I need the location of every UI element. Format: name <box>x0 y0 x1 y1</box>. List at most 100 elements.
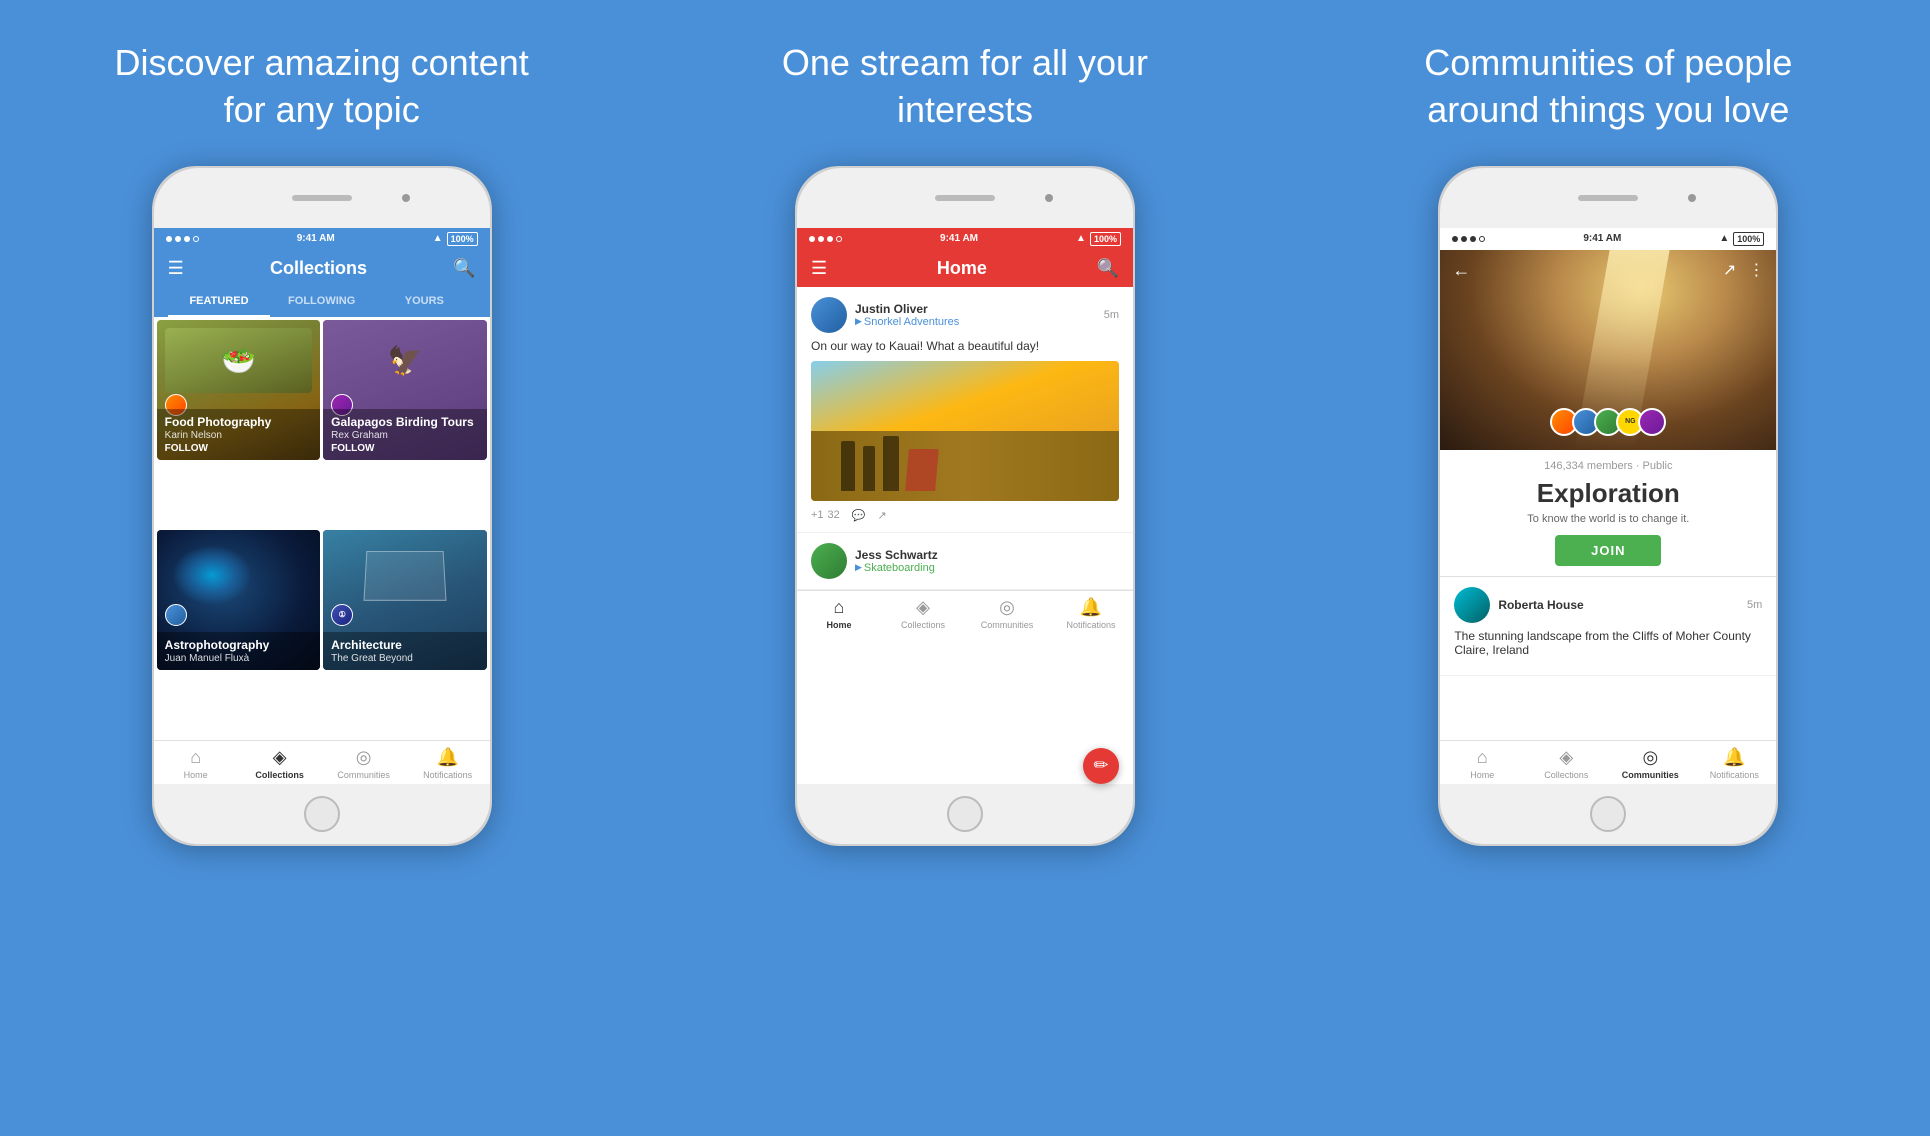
post-card-1: Justin Oliver ▶ Snorkel Adventures 5m On… <box>797 287 1133 533</box>
speaker-3 <box>1578 195 1638 201</box>
menu-icon-1[interactable]: ☰ <box>168 258 184 279</box>
nav-communities-label-2: Communities <box>981 620 1034 630</box>
more-icon[interactable]: ⋮ <box>1748 260 1764 281</box>
header-title-2: Home <box>937 258 987 279</box>
card-title-astro: Astrophotography <box>165 638 313 652</box>
panel-discover: Discover amazing content for any topic 9… <box>0 0 643 1136</box>
search-icon-2[interactable]: 🔍 <box>1097 258 1119 279</box>
tab-following[interactable]: FOLLOWING <box>270 287 373 317</box>
screen-3: 9:41 AM ▲ 100% ← ↗ ⋮ <box>1440 228 1776 784</box>
home-icon-3: ⌂ <box>1477 747 1488 768</box>
next-post-community[interactable]: ▶ Skateboarding <box>855 562 938 574</box>
dot3-4 <box>1479 236 1485 242</box>
share-icon-3[interactable]: ↗ <box>1723 260 1736 281</box>
status-right-2: ▲ 100% <box>1076 232 1121 246</box>
wifi-icon-1: ▲ <box>433 233 443 244</box>
status-bar-3: 9:41 AM ▲ 100% <box>1440 228 1776 250</box>
post-avatar-1 <box>811 297 847 333</box>
panel-stream: One stream for all your interests 9:41 A… <box>643 0 1286 1136</box>
phone-1: 9:41 AM ▲ 100% ☰ Collections 🔍 FEATURED … <box>152 166 492 846</box>
plus-one-count: 32 <box>828 509 840 521</box>
post-avatar-jess <box>811 543 847 579</box>
nav-notif-label-1: Notifications <box>423 770 472 780</box>
community-header-icons: ← ↗ ⋮ <box>1440 260 1776 281</box>
tab-yours[interactable]: YOURS <box>373 287 476 317</box>
nav-home-3[interactable]: ⌂ Home <box>1440 747 1524 780</box>
post-preview-info: Jess Schwartz ▶ Skateboarding <box>855 548 938 574</box>
menu-icon-2[interactable]: ☰ <box>811 258 827 279</box>
post-card-preview: Jess Schwartz ▶ Skateboarding <box>797 533 1133 590</box>
panel3-title: Communities of people around things you … <box>1388 40 1828 134</box>
nav-collections-label-2: Collections <box>901 620 945 630</box>
tab-featured[interactable]: FEATURED <box>168 287 271 317</box>
phone-bottom-1 <box>154 784 490 844</box>
nav-home-2[interactable]: ⌂ Home <box>797 597 881 630</box>
nav-collections-2[interactable]: ◈ Collections <box>881 597 965 630</box>
card-follow-food[interactable]: FOLLOW <box>165 443 313 454</box>
nav-collections-1[interactable]: ◈ Collections <box>238 747 322 780</box>
phone-bottom-3 <box>1440 784 1776 844</box>
card-follow-galapagos[interactable]: FOLLOW <box>331 443 479 454</box>
nav-communities-1[interactable]: ◎ Communities <box>322 747 406 780</box>
card-overlay-food: Food Photography Karin Nelson FOLLOW <box>157 409 321 459</box>
nav-communities-2[interactable]: ◎ Communities <box>965 597 1049 630</box>
card-architecture[interactable]: ① Architecture The Great Beyond <box>323 530 487 670</box>
nav-communities-label-1: Communities <box>337 770 390 780</box>
card-author-food: Karin Nelson <box>165 430 313 441</box>
bottom-nav-3: ⌂ Home ◈ Collections ◎ Communities 🔔 Not… <box>1440 740 1776 784</box>
communities-icon-2: ◎ <box>999 597 1015 618</box>
community-post: Roberta House 5m The stunning landscape … <box>1440 577 1776 676</box>
home-button-1[interactable] <box>304 796 340 832</box>
dot2-3 <box>827 236 833 242</box>
panel2-title: One stream for all your interests <box>745 40 1185 134</box>
roberta-time: 5m <box>1747 599 1762 611</box>
comment-btn[interactable]: 💬 <box>852 509 866 522</box>
avatar-juan <box>165 604 187 626</box>
compose-fab[interactable]: ✏ <box>1083 748 1119 784</box>
nav-communities-3[interactable]: ◎ Communities <box>1608 747 1692 780</box>
nav-notifications-1[interactable]: 🔔 Notifications <box>406 747 490 780</box>
next-post-username: Jess Schwartz <box>855 548 938 562</box>
main-container: Discover amazing content for any topic 9… <box>0 0 1930 1136</box>
nav-notif-label-2: Notifications <box>1066 620 1115 630</box>
home-button-2[interactable] <box>947 796 983 832</box>
communities-icon-3: ◎ <box>1642 747 1658 768</box>
post-header-1: Justin Oliver ▶ Snorkel Adventures 5m <box>811 297 1119 333</box>
community-hero: ← ↗ ⋮ NG <box>1440 250 1776 450</box>
dot2-4 <box>836 236 842 242</box>
share-btn[interactable]: ↗ <box>877 509 886 522</box>
nav-collections-label-1: Collections <box>255 770 304 780</box>
collections-icon-1: ◈ <box>273 747 287 768</box>
member-4 <box>1638 408 1666 436</box>
notif-icon-3: 🔔 <box>1723 747 1745 768</box>
collections-icon-2: ◈ <box>916 597 930 618</box>
join-button[interactable]: JOIN <box>1555 535 1661 566</box>
card-title-galapagos: Galapagos Birding Tours <box>331 415 479 429</box>
camera-2 <box>1045 194 1053 202</box>
nav-notifications-3[interactable]: 🔔 Notifications <box>1692 747 1776 780</box>
home-icon-2: ⌂ <box>834 597 845 618</box>
post-time-1: 5m <box>1104 309 1119 321</box>
phone-top-3 <box>1440 168 1776 228</box>
nav-home-1[interactable]: ⌂ Home <box>154 747 238 780</box>
card-food-photography[interactable]: 🥗 Food Photography Karin Nelson FOLLOW <box>157 320 321 460</box>
post-community-1[interactable]: ▶ Snorkel Adventures <box>855 316 1096 328</box>
nav-notifications-2[interactable]: 🔔 Notifications <box>1049 597 1133 630</box>
post-actions-1: +1 32 💬 ↗ <box>811 509 1119 522</box>
back-icon[interactable]: ← <box>1452 260 1470 281</box>
collections-grid: 🥗 Food Photography Karin Nelson FOLLOW <box>154 317 490 740</box>
card-overlay-galapagos: Galapagos Birding Tours Rex Graham FOLLO… <box>323 409 487 459</box>
dot3 <box>184 236 190 242</box>
camera-1 <box>402 194 410 202</box>
screen-2: 9:41 AM ▲ 100% ☰ Home 🔍 <box>797 228 1133 784</box>
home-button-3[interactable] <box>1590 796 1626 832</box>
members-count: 146,334 members · Public <box>1454 460 1762 472</box>
nav-collections-3[interactable]: ◈ Collections <box>1524 747 1608 780</box>
card-astro[interactable]: Astrophotography Juan Manuel Fluxà <box>157 530 321 670</box>
search-icon-1[interactable]: 🔍 <box>453 258 475 279</box>
signal-dots-2 <box>809 236 842 242</box>
plus-one-btn[interactable]: +1 32 <box>811 509 840 521</box>
card-overlay-arch: Architecture The Great Beyond <box>323 632 487 669</box>
status-time-3: 9:41 AM <box>1583 233 1621 244</box>
card-galapagos[interactable]: 🦅 Galapagos Birding Tours Rex Graham FOL… <box>323 320 487 460</box>
